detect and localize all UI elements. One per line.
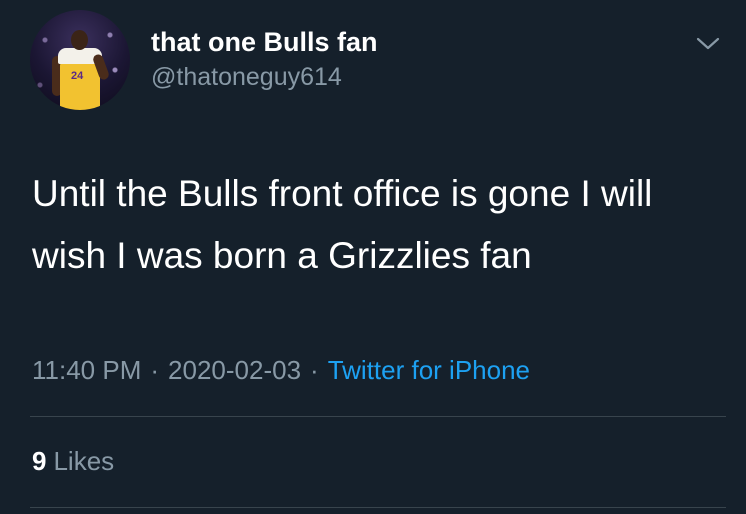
tweet-text: Until the Bulls front office is gone I w… [32,173,653,276]
display-name[interactable]: that one Bulls fan [151,27,378,58]
tweet-source-link[interactable]: Twitter for iPhone [328,355,530,385]
chevron-down-icon[interactable] [694,32,722,54]
avatar-figure-head [71,30,88,50]
meta-separator: · [150,355,160,385]
avatar-jersey-number: 24 [71,70,84,82]
tweet-date[interactable]: 2020-02-03 [168,355,301,385]
tweet-detail: 24 that one Bulls fan @thatoneguy614 Unt… [0,0,746,514]
user-handle[interactable]: @thatoneguy614 [151,63,342,92]
divider [30,416,726,417]
tweet-time[interactable]: 11:40 PM [32,355,141,385]
likes-count: 9 [32,446,47,476]
avatar-figure-jersey [60,60,100,110]
likes-label: Likes [53,446,115,476]
likes-stat[interactable]: 9 Likes [32,446,114,477]
tweet-meta: 11:40 PM · 2020-02-03 · Twitter for iPhone [32,355,530,386]
avatar[interactable]: 24 [30,10,130,110]
meta-separator: · [310,355,319,385]
divider [30,507,726,508]
